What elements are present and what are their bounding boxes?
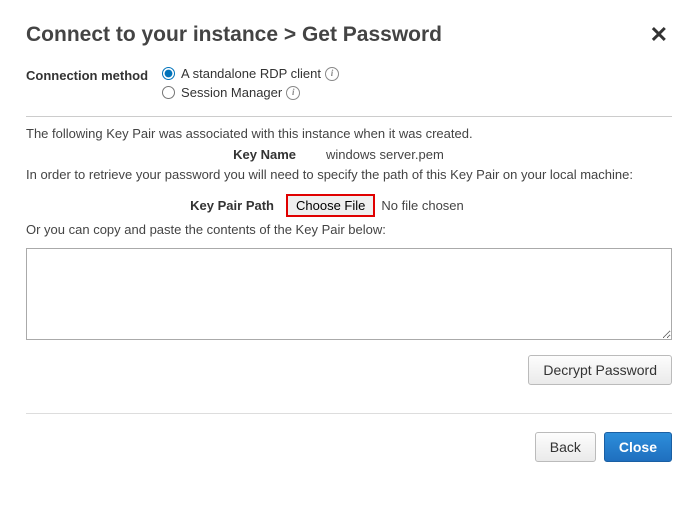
radio-ssm-label: Session Manager <box>181 85 282 100</box>
dialog: Connect to your instance > Get Password … <box>0 0 698 482</box>
decrypt-password-button[interactable]: Decrypt Password <box>528 355 672 385</box>
paste-text: Or you can copy and paste the contents o… <box>26 221 672 239</box>
dialog-footer: Back Close <box>26 413 672 462</box>
radio-rdp-input[interactable] <box>162 67 175 80</box>
dialog-header: Connect to your instance > Get Password … <box>26 22 672 48</box>
back-button[interactable]: Back <box>535 432 596 462</box>
intro-text: The following Key Pair was associated wi… <box>26 125 672 143</box>
retrieve-text: In order to retrieve your password you w… <box>26 166 672 184</box>
radio-rdp-label: A standalone RDP client <box>181 66 321 81</box>
file-status-text: No file chosen <box>381 198 463 213</box>
radio-rdp-client[interactable]: A standalone RDP client i <box>162 66 339 81</box>
decrypt-row: Decrypt Password <box>26 355 672 385</box>
key-pair-path-row: Key Pair Path Choose File No file chosen <box>26 194 672 217</box>
choose-file-button[interactable]: Choose File <box>286 194 375 217</box>
divider <box>26 116 672 117</box>
radio-ssm-input[interactable] <box>162 86 175 99</box>
connection-method-row: Connection method A standalone RDP clien… <box>26 66 672 100</box>
info-icon[interactable]: i <box>325 67 339 81</box>
key-name-value: windows server.pem <box>326 147 444 162</box>
connection-method-label: Connection method <box>26 66 148 100</box>
key-name-label: Key Name <box>26 147 326 162</box>
info-icon[interactable]: i <box>286 86 300 100</box>
close-icon[interactable]: ✕ <box>646 22 672 48</box>
connection-method-options: A standalone RDP client i Session Manage… <box>162 66 339 100</box>
key-pair-textarea[interactable] <box>26 248 672 340</box>
radio-session-manager[interactable]: Session Manager i <box>162 85 339 100</box>
key-pair-path-label: Key Pair Path <box>26 198 286 213</box>
key-name-row: Key Name windows server.pem <box>26 147 672 162</box>
dialog-title: Connect to your instance > Get Password <box>26 23 442 47</box>
close-button[interactable]: Close <box>604 432 672 462</box>
